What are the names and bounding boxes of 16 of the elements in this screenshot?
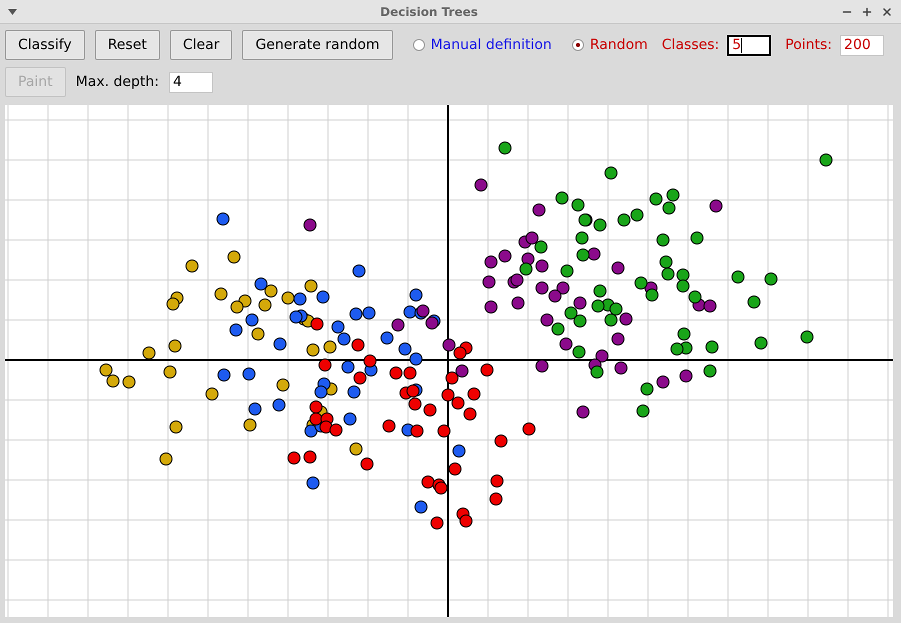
window-title: Decision Trees [379, 4, 479, 20]
input-field[interactable]: 200 [840, 34, 884, 56]
mode-radio[interactable]: Random [572, 34, 648, 56]
field-label: Max. depth: [76, 72, 159, 92]
mode-radio[interactable]: Manual definition [412, 34, 552, 56]
input-field[interactable]: 4 [168, 72, 213, 92]
toolbar-button[interactable]: Generate random [242, 30, 393, 60]
maximize-icon[interactable] [861, 6, 873, 18]
field-label: Classes: [662, 36, 720, 54]
field-label: Points: [785, 36, 832, 54]
toolbar-button[interactable]: Classify [5, 30, 85, 60]
menu-triangle-icon[interactable] [8, 8, 17, 14]
input-field[interactable]: 5 [727, 34, 772, 56]
toolbar-button[interactable]: Reset [94, 30, 160, 60]
toolbar-button[interactable]: Clear [170, 30, 232, 60]
close-icon[interactable] [881, 6, 893, 18]
